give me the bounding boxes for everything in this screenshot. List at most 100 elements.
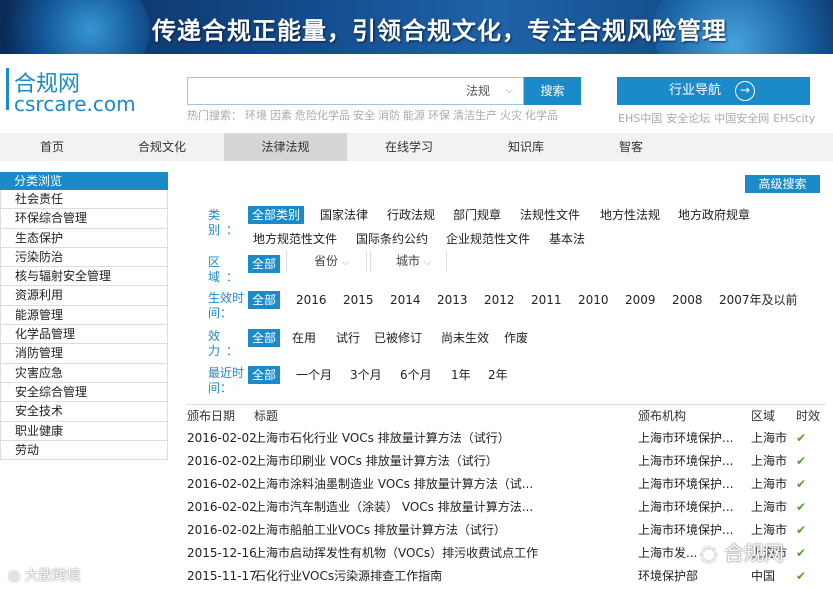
nav-knowledge-base[interactable]: 知识库 (476, 133, 576, 161)
filter-validity-option[interactable]: 已被修订 (374, 329, 422, 347)
filter-category-option[interactable]: 国际条约公约 (356, 230, 428, 248)
site-logo[interactable]: 合规网 csrcare.com (6, 66, 156, 116)
filter-category-option[interactable]: 国家法律 (320, 206, 368, 224)
hot-search-term[interactable]: 因素 (270, 109, 292, 122)
sidebar-item[interactable]: 环保综合管理 (0, 209, 168, 229)
row-title-link[interactable]: 上海市涂料油墨制造业 VOCs 排放量计算方法（试... (254, 473, 634, 496)
filter-year-option[interactable]: 2008 (672, 291, 703, 309)
header-title[interactable]: 标题 (254, 405, 634, 427)
table-row[interactable]: 2016-02-02 上海市汽车制造业（涂装） VOCs 排放量计算方法... … (186, 496, 826, 519)
hot-search-term[interactable]: 能源 (403, 109, 425, 122)
sidebar-item[interactable]: 污染防治 (0, 247, 168, 268)
filter-year-option[interactable]: 2007年及以前 (719, 291, 798, 309)
filter-validity-option[interactable]: 试行 (336, 329, 360, 347)
partner-link[interactable]: EHScity (773, 112, 815, 125)
filter-recent-option[interactable]: 2年 (488, 366, 508, 384)
city-dropdown[interactable]: 城市 ⌵ (396, 252, 431, 272)
check-icon: ✔ (796, 431, 807, 445)
filter-effective-all[interactable]: 全部 (248, 291, 281, 309)
sidebar-item[interactable]: 核与辐射安全管理 (0, 267, 168, 287)
hot-search-term[interactable]: 环保 (428, 109, 450, 122)
filter-validity-option[interactable]: 尚未生效 (441, 329, 489, 347)
sidebar-item[interactable]: 劳动 (0, 440, 168, 461)
nav-laws[interactable]: 法律法规 (224, 133, 347, 161)
filter-category-option[interactable]: 部门规章 (453, 206, 501, 224)
filter-category-option[interactable]: 基本法 (549, 230, 585, 248)
sidebar-item[interactable]: 生态保护 (0, 228, 168, 248)
city-value: 城市 (396, 254, 421, 268)
sidebar-item[interactable]: 资源利用 (0, 286, 168, 306)
sidebar-item[interactable]: 化学品管理 (0, 325, 168, 345)
hot-search-term[interactable]: 环境 (245, 109, 267, 122)
filter-year-option[interactable]: 2012 (484, 291, 515, 309)
search-input[interactable] (188, 78, 448, 104)
header-validity[interactable]: 时效 (796, 405, 820, 427)
sidebar-item[interactable]: 能源管理 (0, 305, 168, 326)
province-dropdown[interactable]: 省份 ⌵ (314, 252, 349, 272)
filter-category-option[interactable]: 地方性法规 (600, 206, 660, 224)
nav-zhike[interactable]: 智客 (581, 133, 681, 161)
hot-search-term[interactable]: 清洁生产 (453, 109, 497, 122)
filter-year-option[interactable]: 2010 (578, 291, 609, 309)
filter-recent-option[interactable]: 6个月 (400, 366, 432, 384)
hot-search-term[interactable]: 安全 (353, 109, 375, 122)
hot-search-term[interactable]: 消防 (378, 109, 400, 122)
filter-category-option[interactable]: 法规性文件 (520, 206, 580, 224)
partner-link[interactable]: 中国安全网 (714, 112, 769, 125)
filter-category-option[interactable]: 行政法规 (387, 206, 435, 224)
industry-nav-button[interactable]: 行业导航 → (617, 77, 810, 105)
header-date[interactable]: 颁布日期 (187, 405, 235, 427)
filter-year-option[interactable]: 2009 (625, 291, 656, 309)
partner-link[interactable]: 安全论坛 (666, 112, 710, 125)
filter-region-all[interactable]: 全部 (248, 255, 281, 273)
sidebar-item[interactable]: 安全技术 (0, 402, 168, 422)
filter-year-option[interactable]: 2011 (531, 291, 562, 309)
industry-nav-label: 行业导航 (669, 83, 722, 98)
filter-year-option[interactable]: 2015 (343, 291, 374, 309)
table-row[interactable]: 2016-02-02 上海市涂料油墨制造业 VOCs 排放量计算方法（试... … (186, 473, 826, 496)
header-org[interactable]: 颁布机构 (638, 405, 736, 427)
logo-en-text: csrcare.com (14, 92, 136, 116)
watermark-left-text: 大散跨境 (24, 568, 81, 584)
search-button[interactable]: 搜索 (524, 77, 581, 105)
filter-recent-option[interactable]: 1年 (451, 366, 471, 384)
filter-category-option[interactable]: 企业规范性文件 (446, 230, 530, 248)
row-title-link[interactable]: 上海市船舶工业VOCs 排放量计算方法（试行） (254, 519, 634, 542)
advanced-search-button[interactable]: 高级搜索 (745, 175, 820, 193)
partner-link[interactable]: EHS中国 (618, 112, 662, 125)
table-row[interactable]: 2016-02-02 上海市石化行业 VOCs 排放量计算方法（试行） 上海市环… (186, 427, 826, 450)
filter-year-option[interactable]: 2014 (390, 291, 421, 309)
row-title-link[interactable]: 石化行业VOCs污染源排查工作指南 (254, 565, 634, 588)
sidebar-item[interactable]: 灾害应急 (0, 363, 168, 383)
hot-search-term[interactable]: 化学品 (525, 109, 558, 122)
header-area[interactable]: 区域 (751, 405, 775, 427)
filter-category-all[interactable]: 全部类别 (248, 206, 305, 224)
nav-compliance-culture[interactable]: 合规文化 (112, 133, 212, 161)
filter-category-option[interactable]: 地方规范性文件 (253, 230, 337, 248)
hot-search-term[interactable]: 危险化学品 (295, 109, 350, 122)
divider (286, 250, 287, 272)
hot-search-term[interactable]: 火灾 (500, 109, 522, 122)
filter-recent-option[interactable]: 3个月 (350, 366, 382, 384)
sidebar-item[interactable]: 安全综合管理 (0, 382, 168, 403)
row-title-link[interactable]: 上海市汽车制造业（涂装） VOCs 排放量计算方法... (254, 496, 634, 519)
table-row[interactable]: 2016-02-02 上海市印刷业 VOCs 排放量计算方法（试行） 上海市环境… (186, 450, 826, 473)
sidebar-item[interactable]: 职业健康 (0, 421, 168, 441)
nav-home[interactable]: 首页 (2, 133, 102, 161)
table-row[interactable]: 2015-11-17 石化行业VOCs污染源排查工作指南 环境保护部 中国 ✔ (186, 565, 826, 588)
row-title-link[interactable]: 上海市石化行业 VOCs 排放量计算方法（试行） (254, 427, 634, 450)
search-scope-select[interactable]: 法规 ⌵ (448, 78, 523, 104)
filter-validity-all[interactable]: 全部 (248, 329, 281, 347)
filter-category-option[interactable]: 地方政府规章 (678, 206, 750, 224)
row-title-link[interactable]: 上海市印刷业 VOCs 排放量计算方法（试行） (254, 450, 634, 473)
filter-recent-option[interactable]: 一个月 (296, 366, 332, 384)
filter-recent-all[interactable]: 全部 (248, 366, 281, 384)
filter-year-option[interactable]: 2016 (296, 291, 327, 309)
sidebar-item[interactable]: 社会责任 (0, 190, 168, 210)
filter-validity-option[interactable]: 作废 (504, 329, 528, 347)
filter-validity-option[interactable]: 在用 (292, 329, 316, 347)
nav-online-learning[interactable]: 在线学习 (359, 133, 459, 161)
filter-year-option[interactable]: 2013 (437, 291, 468, 309)
row-title-link[interactable]: 上海市启动挥发性有机物（VOCs）排污收费试点工作 (254, 542, 634, 565)
sidebar-item[interactable]: 消防管理 (0, 344, 168, 364)
